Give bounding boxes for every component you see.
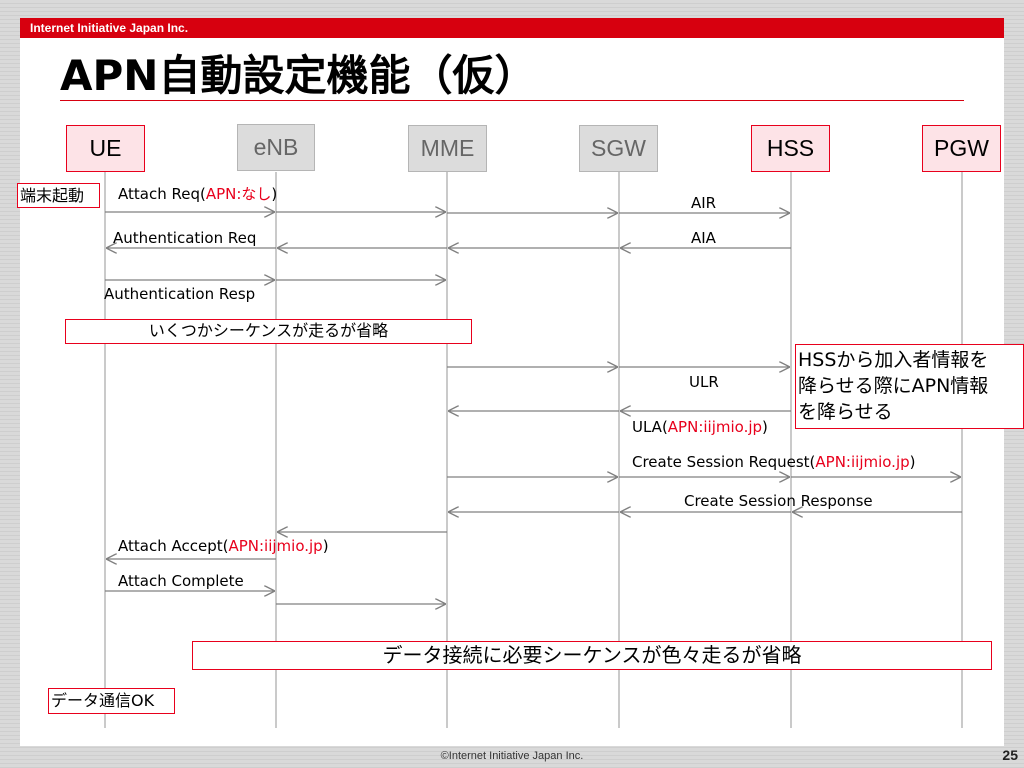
- label-attach-accept-text: Attach Accept(: [118, 537, 229, 555]
- label-create-session-request: Create Session Request(APN:iijmio.jp): [632, 452, 916, 472]
- page-number: 25: [1002, 747, 1018, 763]
- note-hss-line-3: を降らせる: [798, 401, 893, 423]
- label-aia: AIA: [691, 229, 716, 247]
- actor-enb: eNB: [237, 124, 315, 171]
- label-create-session-request-text: Create Session Request(: [632, 453, 816, 471]
- note-data-ok: データ通信OK: [48, 688, 175, 714]
- actor-hss: HSS: [751, 125, 830, 172]
- note-data-sequence-omitted: データ接続に必要シーケンスが色々走るが省略: [192, 641, 992, 670]
- note-hss-line-1: HSSから加入者情報を: [798, 349, 989, 371]
- label-attach-req-text: Attach Req(: [118, 185, 206, 203]
- note-hss-line-2: 降らせる際にAPN情報: [798, 375, 989, 397]
- label-attach-accept: Attach Accept(APN:iijmio.jp): [118, 536, 329, 556]
- label-air: AIR: [691, 194, 717, 212]
- actor-mme: MME: [408, 125, 487, 172]
- label-attach-req-apn: APN:なし: [205, 185, 272, 203]
- note-hss-subscriber-info: HSSから加入者情報を 降らせる際にAPN情報 を降らせる: [795, 344, 1024, 429]
- label-create-session-request-close: ): [909, 453, 916, 471]
- actor-sgw: SGW: [579, 125, 658, 172]
- actor-pgw: PGW: [922, 125, 1001, 172]
- label-ula: ULA(APN:iijmio.jp): [632, 417, 768, 437]
- label-ula-apn: APN:iijmio.jp: [667, 418, 763, 436]
- label-ulr: ULR: [689, 373, 719, 391]
- label-attach-accept-apn: APN:iijmio.jp: [228, 537, 323, 555]
- label-attach-complete: Attach Complete: [118, 572, 244, 590]
- label-ula-close: ): [762, 418, 768, 436]
- actor-ue: UE: [66, 125, 145, 172]
- label-create-session-request-apn: APN:iijmio.jp: [815, 453, 910, 471]
- label-authentication-req: Authentication Req: [113, 229, 257, 247]
- label-create-session-response: Create Session Response: [684, 492, 873, 510]
- label-attach-req: Attach Req(APN:なし): [118, 184, 277, 204]
- note-sequence-omitted: いくつかシーケンスが走るが省略: [65, 319, 472, 344]
- note-terminal-start: 端末起動: [17, 183, 100, 208]
- label-attach-req-close: ): [271, 185, 278, 203]
- label-ula-text: ULA(: [632, 418, 668, 436]
- footer-copyright: ©Internet Initiative Japan Inc.: [440, 750, 584, 762]
- label-authentication-resp: Authentication Resp: [104, 285, 256, 303]
- label-attach-accept-close: ): [322, 537, 329, 555]
